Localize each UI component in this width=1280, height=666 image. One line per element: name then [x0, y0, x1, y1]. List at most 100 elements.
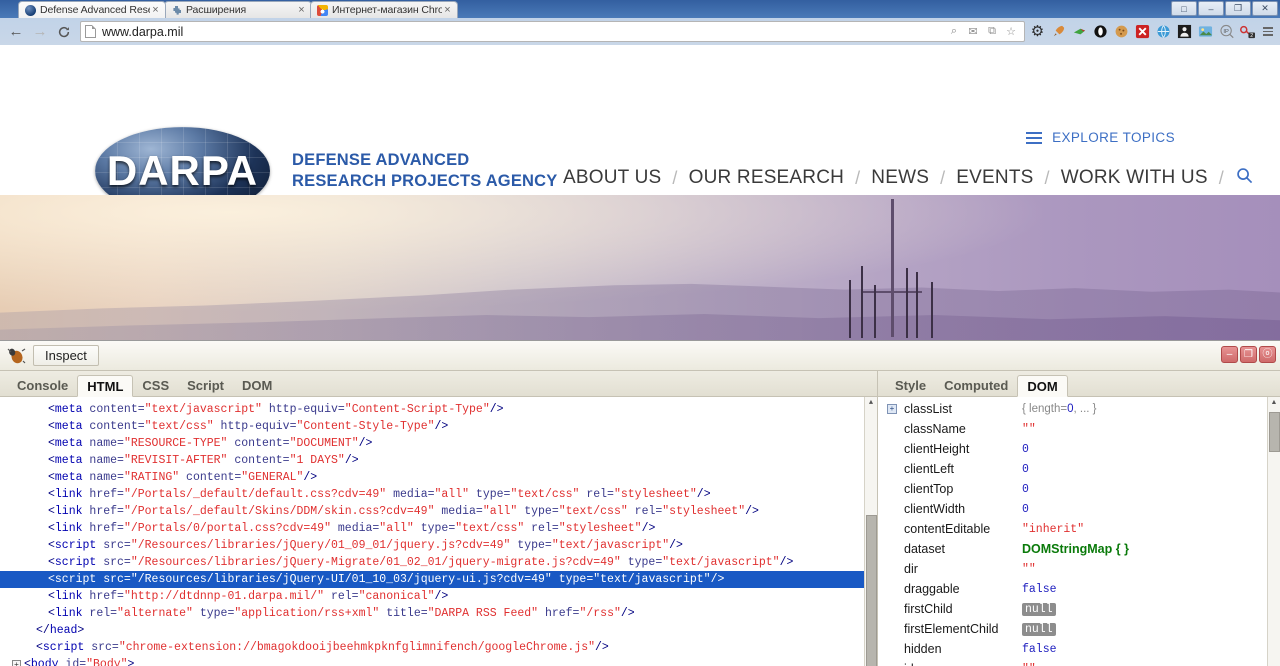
cookie-icon[interactable]	[1113, 23, 1130, 40]
html-source-line[interactable]: <meta content="text/css" http-equiv="Con…	[0, 418, 864, 435]
dom-property-row[interactable]: clientHeight 0	[878, 439, 1266, 459]
reload-button[interactable]	[52, 21, 76, 43]
dom-property-row[interactable]: className ""	[878, 419, 1266, 439]
dom-property-row[interactable]: id""	[878, 659, 1266, 666]
dom-property-row[interactable]: clientLeft 0	[878, 459, 1266, 479]
dom-property-row[interactable]: draggable false	[878, 579, 1266, 599]
html-pane-scrollbar[interactable]: ▲	[864, 397, 877, 666]
html-source-line[interactable]: </head>	[0, 622, 864, 639]
html-source-line[interactable]: <meta name="RATING" content="GENERAL"/>	[0, 469, 864, 486]
html-source-line[interactable]: <link href="/Portals/0/portal.css?cdv=49…	[0, 520, 864, 537]
globe-icon[interactable]	[1155, 23, 1172, 40]
bookmark-star-icon[interactable]: ☆	[1004, 25, 1018, 39]
person-badge-icon[interactable]	[1176, 23, 1193, 40]
scroll-up-arrow[interactable]: ▲	[865, 397, 877, 409]
tab-style[interactable]: Style	[886, 374, 935, 396]
code-token-val: "text/css"	[558, 505, 628, 518]
code-token-val: "/Portals/_default/Skins/DDM/skin.css?cd…	[123, 505, 435, 518]
red-x-icon[interactable]	[1134, 23, 1151, 40]
code-token-pun: />	[595, 641, 609, 654]
html-source-line[interactable]: <script src="/Resources/libraries/jQuery…	[0, 537, 864, 554]
zoom-search-icon[interactable]: ⌕	[947, 25, 961, 39]
minimize-button[interactable]: –	[1198, 1, 1224, 16]
user-profile-button[interactable]: □	[1171, 1, 1197, 16]
expand-property-icon[interactable]: +	[887, 404, 897, 414]
dom-property-row[interactable]: firstElementChild null	[878, 619, 1266, 639]
browser-tab-1[interactable]: Расширения ×	[164, 1, 312, 18]
nav-item-about-us[interactable]: ABOUT US	[552, 167, 672, 189]
dom-property-row[interactable]: firstChild null	[878, 599, 1266, 619]
html-source-line[interactable]: + <body id="Body">	[0, 656, 864, 666]
nav-item-our-research[interactable]: OUR RESEARCH	[678, 167, 855, 189]
dom-property-row[interactable]: + classList { length=0, ... }	[878, 399, 1266, 419]
html-source-line[interactable]: <script src="/Resources/libraries/jQuery…	[0, 571, 864, 588]
dom-property-row[interactable]: clientWidth 0	[878, 499, 1266, 519]
inspect-button[interactable]: Inspect	[33, 345, 99, 366]
code-token-attr: rel=	[579, 488, 614, 501]
browser-tab-0[interactable]: Defense Advanced Resear ×	[18, 1, 166, 18]
restore-panel-button[interactable]: ❐	[1240, 346, 1257, 363]
forward-button[interactable]: →	[28, 21, 52, 43]
back-button[interactable]: ←	[4, 21, 28, 43]
scrollbar-thumb[interactable]	[866, 515, 877, 666]
code-token-pun: />	[434, 590, 449, 603]
translate-icon[interactable]: ⧉	[985, 25, 999, 39]
dom-property-row[interactable]: clientTop 0	[878, 479, 1266, 499]
ip-lookup-icon[interactable]: IP	[1218, 23, 1235, 40]
dom-property-row[interactable]: dataset DOMStringMap { }	[878, 539, 1266, 559]
html-source-line[interactable]: <script src="/Resources/libraries/jQuery…	[0, 554, 864, 571]
chrome-menu-icon[interactable]	[1260, 22, 1276, 42]
dom-property-row[interactable]: contentEditable "inherit"	[878, 519, 1266, 539]
close-window-button[interactable]: ✕	[1252, 1, 1278, 16]
html-source-line[interactable]: <meta name="REVISIT-AFTER" content="1 DA…	[0, 452, 864, 469]
html-source-line[interactable]: <meta content="text/javascript" http-equ…	[0, 401, 864, 418]
tab-close-icon[interactable]: ×	[150, 4, 161, 16]
tab-close-icon[interactable]: ×	[296, 4, 307, 16]
dom-property-row[interactable]: dir ""	[878, 559, 1266, 579]
gear-settings-icon[interactable]: ⚙	[1029, 23, 1046, 40]
mail-icon[interactable]: ✉	[966, 25, 980, 39]
key-badge-icon[interactable]: 2	[1239, 23, 1256, 40]
code-token-attr: type=	[551, 573, 594, 586]
tab-computed[interactable]: Computed	[935, 374, 1017, 396]
green-arrow-icon[interactable]	[1071, 23, 1088, 40]
search-icon[interactable]	[1224, 167, 1265, 189]
tab-html[interactable]: HTML	[77, 375, 134, 397]
nav-item-work-with-us[interactable]: WORK WITH US	[1050, 167, 1219, 189]
code-token-tag: meta	[54, 437, 83, 450]
scroll-up-arrow[interactable]: ▲	[1268, 397, 1280, 409]
code-token-val: "alternate"	[117, 607, 193, 620]
html-source-line[interactable]: <link href="http://dtdnnp-01.darpa.mil/"…	[0, 588, 864, 605]
dom-pane-scrollbar[interactable]: ▲	[1267, 397, 1280, 666]
nav-item-events[interactable]: EVENTS	[945, 167, 1044, 189]
address-bar[interactable]: www.darpa.mil ⌕ ✉ ⧉ ☆	[80, 21, 1025, 42]
html-source-line[interactable]: <meta name="RESOURCE-TYPE" content="DOCU…	[0, 435, 864, 452]
tab-css[interactable]: CSS	[133, 374, 178, 396]
code-token-val: "text/javascript"	[593, 573, 711, 586]
picture-icon[interactable]	[1197, 23, 1214, 40]
explore-topics-button[interactable]: EXPLORE TOPICS	[1026, 130, 1175, 145]
minimize-panel-button[interactable]: –	[1221, 346, 1238, 363]
dom-properties-view[interactable]: + classList{ length=0, ... } className "" cl…	[878, 397, 1280, 666]
scrollbar-thumb[interactable]	[1269, 412, 1280, 452]
tab-close-icon[interactable]: ×	[442, 4, 453, 16]
nav-item-news[interactable]: NEWS	[860, 167, 940, 189]
tab-dom[interactable]: DOM	[233, 374, 281, 396]
tab-dom-properties[interactable]: DOM	[1017, 375, 1068, 397]
firebug-icon[interactable]	[5, 346, 27, 366]
browser-tab-2[interactable]: Интернет-магазин Chrom ×	[310, 1, 458, 18]
maximize-button[interactable]: ❐	[1225, 1, 1251, 16]
html-source-line[interactable]: <link rel="alternate" type="application/…	[0, 605, 864, 622]
html-source-line[interactable]: <link href="/Portals/_default/Skins/DDM/…	[0, 503, 864, 520]
html-source-line[interactable]: <link href="/Portals/_default/default.cs…	[0, 486, 864, 503]
html-source-view[interactable]: <meta content="text/javascript" http-equ…	[0, 397, 877, 666]
rocket-icon[interactable]	[1050, 23, 1067, 40]
dom-property-row[interactable]: hidden false	[878, 639, 1266, 659]
tab-console[interactable]: Console	[8, 374, 77, 396]
code-token-attr: href=	[82, 590, 124, 603]
tab-script[interactable]: Script	[178, 374, 233, 396]
expand-node-icon[interactable]: +	[12, 660, 21, 666]
html-source-line[interactable]: <script src="chrome-extension://bmagokdo…	[0, 639, 864, 656]
opera-circle-icon[interactable]	[1092, 23, 1109, 40]
close-panel-button[interactable]: ⓞ	[1259, 346, 1276, 363]
